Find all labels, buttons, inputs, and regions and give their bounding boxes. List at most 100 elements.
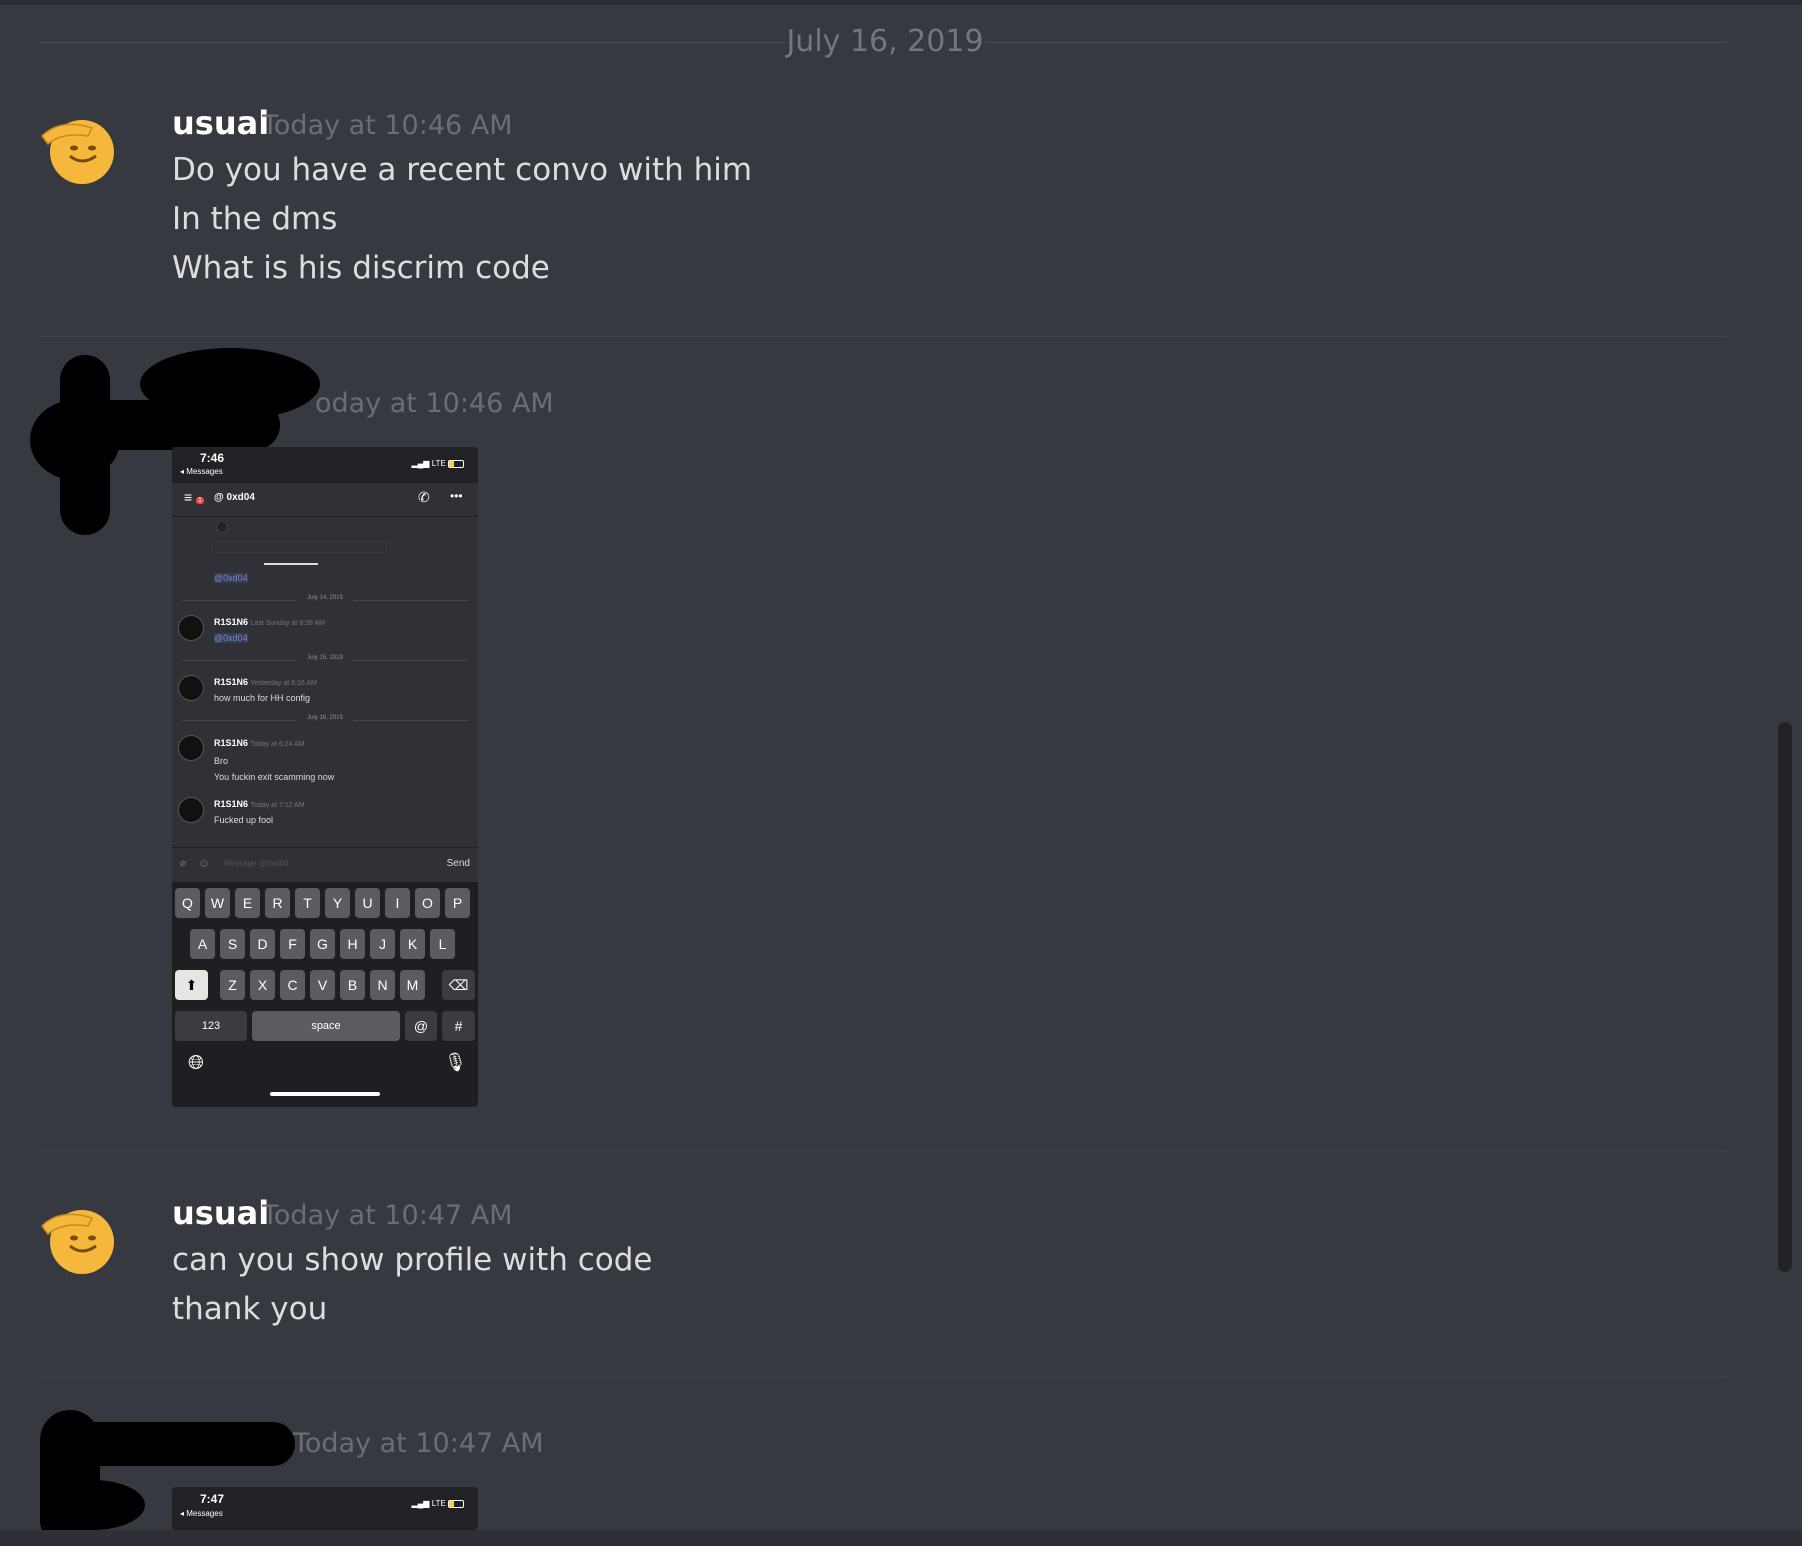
send-button: Send — [446, 858, 470, 869]
salute-emoji-avatar[interactable] — [40, 110, 120, 190]
key: L — [430, 929, 455, 959]
key: M — [400, 970, 425, 1000]
user-avatar — [178, 735, 204, 761]
on-screen-keyboard: Q W E R T Y U I O P A S D F G H J K L ⬆ … — [172, 882, 478, 1107]
space-key: space — [252, 1011, 400, 1041]
message-author[interactable]: usual — [172, 104, 269, 142]
date-divider: July 16, 2019 — [40, 22, 1727, 62]
mini-message: R1S1N6 Today at 6:24 AM Bro You fuckin e… — [214, 738, 335, 782]
mention-chip: @0xd04 — [214, 573, 248, 583]
message-timestamp: Today at 10:47 AM — [293, 1428, 544, 1459]
signal-icon: ▂▄▆ — [411, 459, 432, 468]
network-label: LTE — [431, 459, 446, 468]
home-indicator — [270, 1092, 380, 1096]
more-options-icon: ••• — [450, 489, 463, 503]
date-divider-text: July 16, 2019 — [786, 24, 984, 59]
key: D — [250, 929, 275, 959]
phone-clock: 7:46 — [200, 451, 225, 465]
dm-header: ≡ 1 @ 0xd04 ✆ ••• — [172, 483, 478, 517]
key: W — [205, 888, 230, 918]
key: K — [400, 929, 425, 959]
mini-date-divider: July 14, 2019 — [182, 595, 468, 605]
redaction-scribble — [60, 400, 280, 450]
message-line: thank you — [172, 1291, 328, 1327]
key: E — [235, 888, 260, 918]
status-bar: 7:46 ◂ Messages ▂▄▆ LTE — [172, 447, 478, 483]
status-bar: 7:47 ◂ Messages ▂▄▆ LTE — [172, 1487, 478, 1530]
mini-message: R1S1N6 Last Sunday at 8:39 AM @0xd04 — [214, 617, 325, 643]
back-to-messages: ◂ Messages — [180, 1509, 223, 1518]
key: Z — [220, 970, 245, 1000]
hamburger-menu-icon: ≡ — [184, 489, 193, 505]
shift-key-icon: ⬆ — [175, 970, 208, 1000]
call-icon: ✆ — [418, 489, 430, 505]
phone-clock: 7:47 — [200, 1492, 225, 1506]
key: X — [250, 970, 275, 1000]
redaction-scribble — [45, 1422, 295, 1466]
user-avatar — [178, 797, 204, 823]
globe-icon: 🌐︎ — [188, 1052, 204, 1074]
message-timestamp: Today at 10:46 AM — [262, 110, 513, 141]
mini-message: R1S1N6 Today at 7:12 AM Fucked up fool — [214, 799, 305, 825]
scroll-indicator — [264, 563, 318, 565]
key: B — [340, 970, 365, 1000]
message-input-bar: ⌀ ☺ Message @0xd04 Send — [172, 847, 478, 882]
mini-message: R1S1N6 Yesterday at 8:16 AM how much for… — [214, 677, 317, 703]
message-line: In the dms — [172, 201, 338, 237]
network-label: LTE — [431, 1499, 446, 1508]
signal-indicator: ▂▄▆ LTE — [411, 1499, 464, 1508]
message-line: Do you have a recent convo with him — [172, 152, 753, 188]
hash-key: # — [442, 1011, 475, 1041]
key: Q — [175, 888, 200, 918]
key: G — [310, 929, 335, 959]
message-line: What is his discrim code — [172, 250, 550, 286]
user-avatar — [178, 615, 204, 641]
key: Y — [325, 888, 350, 918]
message-author[interactable]: usual — [172, 1194, 269, 1232]
message-timestamp: Today at 10:47 AM — [262, 1200, 513, 1231]
key: N — [370, 970, 395, 1000]
mini-date-divider: July 16, 2019 — [182, 715, 468, 725]
emoji-icon: ☺ — [198, 856, 211, 870]
key: R — [265, 888, 290, 918]
key: S — [220, 929, 245, 959]
message-separator — [40, 336, 1727, 337]
key: I — [385, 888, 410, 918]
key: F — [280, 929, 305, 959]
phone-screenshot-attachment[interactable]: 7:47 ◂ Messages ▂▄▆ LTE — [172, 1487, 478, 1530]
key: J — [370, 929, 395, 959]
key: H — [340, 929, 365, 959]
battery-icon — [448, 459, 464, 468]
numbers-key: 123 — [175, 1011, 247, 1041]
dm-channel-name: @ 0xd04 — [214, 492, 255, 503]
backspace-key-icon: ⌫ — [442, 970, 475, 1000]
key: P — [445, 888, 470, 918]
signal-indicator: ▂▄▆ LTE — [411, 459, 464, 468]
message-separator — [40, 1150, 1727, 1151]
phone-screenshot-attachment[interactable]: 7:46 ◂ Messages ▂▄▆ LTE ≡ 1 @ 0xd04 ✆ ••… — [172, 447, 478, 1107]
redaction-scribble — [40, 1480, 145, 1530]
top-border — [0, 0, 1802, 5]
at-key: @ — [405, 1011, 437, 1041]
key: T — [295, 888, 320, 918]
microphone-icon: 🎙︎ — [444, 1052, 467, 1072]
battery-icon — [448, 1499, 464, 1508]
message-input-placeholder: Message @0xd04 — [224, 859, 289, 868]
bottom-edge — [0, 1530, 1802, 1546]
salute-emoji-avatar[interactable] — [40, 1200, 120, 1280]
divider-line-left — [40, 42, 785, 43]
divider-line-right — [985, 42, 1727, 43]
message-separator — [40, 1377, 1727, 1378]
attachment-icon: ⌀ — [180, 858, 187, 869]
message-timestamp: oday at 10:46 AM — [315, 388, 554, 419]
mini-date-divider: July 15, 2019 — [182, 655, 468, 665]
key: V — [310, 970, 335, 1000]
scrollbar-thumb[interactable] — [1778, 722, 1792, 1272]
unread-badge: 1 — [196, 497, 204, 504]
key: O — [415, 888, 440, 918]
back-to-messages: ◂ Messages — [180, 467, 223, 476]
embedded-preview — [212, 519, 392, 559]
key: A — [190, 929, 215, 959]
signal-icon: ▂▄▆ — [411, 1499, 432, 1508]
user-avatar — [178, 675, 204, 701]
